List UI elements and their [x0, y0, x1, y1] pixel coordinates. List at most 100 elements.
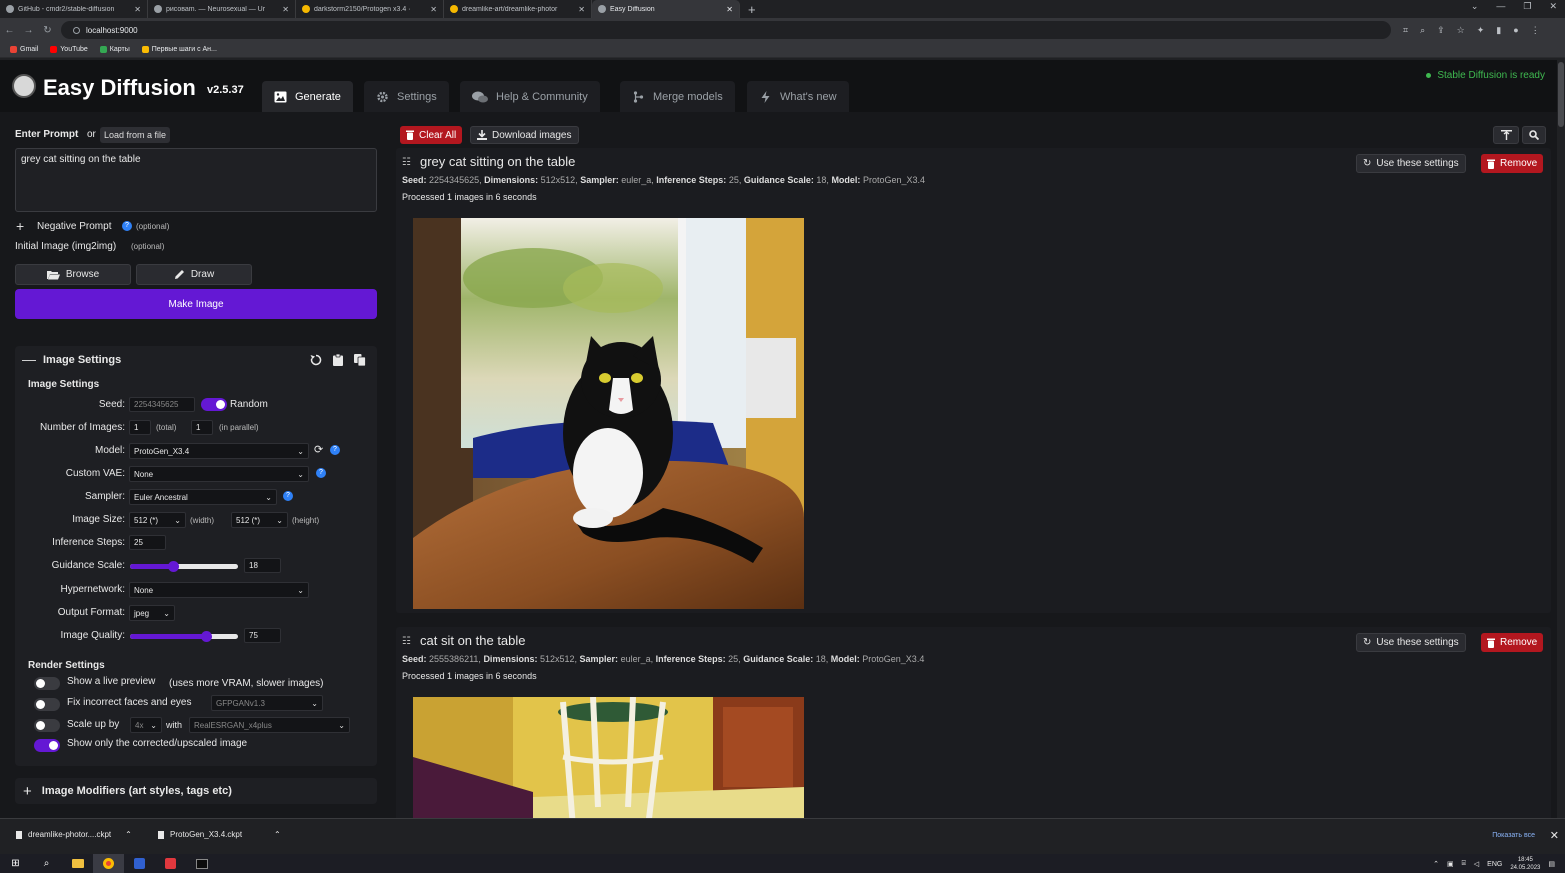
- show-corrected-toggle[interactable]: [34, 739, 60, 752]
- translate-icon[interactable]: ⌗: [1403, 25, 1408, 36]
- live-preview-toggle[interactable]: [34, 677, 60, 690]
- help-icon[interactable]: ?: [316, 468, 326, 478]
- share-icon[interactable]: ⇪: [1437, 25, 1445, 36]
- upscaler-select[interactable]: RealESRGAN_x4plus ⌄: [189, 717, 350, 733]
- scale-up-toggle[interactable]: [34, 719, 60, 732]
- file-explorer-icon[interactable]: [62, 854, 93, 873]
- help-icon[interactable]: ?: [122, 221, 132, 231]
- slider-thumb[interactable]: [200, 631, 212, 642]
- close-icon[interactable]: ✕: [282, 5, 289, 14]
- browser-tab-active[interactable]: Easy Diffusion ✕: [592, 0, 740, 18]
- sidebar-icon[interactable]: ▮: [1496, 25, 1501, 36]
- search-icon[interactable]: ⌕: [31, 854, 62, 873]
- drag-handle-icon[interactable]: ☷: [402, 157, 411, 168]
- download-images-button[interactable]: Download images: [470, 126, 579, 144]
- fix-faces-toggle[interactable]: [34, 698, 60, 711]
- num-images-total-input[interactable]: [129, 420, 151, 435]
- show-all-downloads-link[interactable]: Показать все: [1492, 832, 1535, 839]
- chevron-up-icon[interactable]: ⌃: [125, 830, 132, 839]
- browser-tab[interactable]: GitHub - cmdr2/stable-diffusion ✕: [0, 0, 148, 18]
- chrome-icon[interactable]: [93, 854, 124, 873]
- network-icon[interactable]: ⌸: [1462, 860, 1466, 868]
- close-icon[interactable]: ✕: [430, 5, 437, 14]
- menu-icon[interactable]: ⋮: [1531, 25, 1540, 36]
- slider-thumb[interactable]: [168, 561, 180, 572]
- bookmark-maps[interactable]: Карты: [99, 46, 130, 53]
- width-select[interactable]: 512 (*) ⌄: [129, 512, 186, 528]
- browser-tab[interactable]: darkstorm2150/Protogen x3.4 · ✕: [296, 0, 444, 18]
- negative-prompt-label[interactable]: Negative Prompt: [37, 221, 111, 232]
- custom-vae-select[interactable]: None ⌄: [129, 466, 309, 482]
- download-item[interactable]: dreamlike-photor....ckpt ⌃: [16, 830, 132, 839]
- draw-button[interactable]: Draw: [136, 264, 252, 285]
- hypernetwork-select[interactable]: None ⌄: [129, 582, 309, 598]
- close-icon[interactable]: ✕: [578, 5, 585, 14]
- anydesk-icon[interactable]: [155, 854, 186, 873]
- close-icon[interactable]: ✕: [726, 5, 733, 14]
- generated-image[interactable]: [413, 218, 804, 609]
- chevron-up-icon[interactable]: ⌃: [1433, 860, 1439, 868]
- guidance-scale-input[interactable]: [244, 558, 281, 573]
- refresh-icon[interactable]: ⟳: [314, 443, 323, 456]
- volume-icon[interactable]: ◁: [1474, 860, 1479, 868]
- terminal-icon[interactable]: [186, 854, 217, 873]
- help-icon[interactable]: ?: [283, 491, 293, 501]
- remove-button[interactable]: Remove: [1481, 633, 1544, 652]
- reload-icon[interactable]: ↻: [38, 25, 57, 36]
- clock[interactable]: 18:45 24.05.2023: [1510, 856, 1540, 872]
- scrollbar-thumb[interactable]: [1558, 62, 1564, 127]
- url-field[interactable]: localhost:9000: [61, 21, 1391, 39]
- extensions-icon[interactable]: ✦: [1477, 25, 1485, 36]
- load-from-file-button[interactable]: Load from a file: [100, 127, 171, 143]
- help-icon[interactable]: ?: [330, 445, 340, 455]
- browse-button[interactable]: Browse: [15, 264, 131, 285]
- tray-icon[interactable]: ▣: [1447, 860, 1454, 868]
- page-scrollbar[interactable]: [1557, 60, 1565, 818]
- restore-icon[interactable]: ❐: [1523, 1, 1531, 12]
- back-icon[interactable]: ←: [0, 25, 19, 36]
- tab-whats-new[interactable]: What's new: [747, 81, 849, 112]
- tab-merge-models[interactable]: Merge models: [620, 81, 735, 112]
- zoom-button[interactable]: [1522, 126, 1546, 144]
- forward-icon[interactable]: →: [19, 25, 38, 36]
- scale-factor-select[interactable]: 4x ⌄: [130, 717, 162, 733]
- image-settings-title[interactable]: Image Settings: [43, 354, 121, 366]
- notifications-icon[interactable]: ▤: [1548, 860, 1555, 868]
- image-quality-input[interactable]: [244, 628, 281, 643]
- generated-image[interactable]: [413, 697, 804, 818]
- num-images-parallel-input[interactable]: [191, 420, 213, 435]
- guidance-scale-slider[interactable]: [130, 561, 238, 572]
- seed-input[interactable]: [129, 397, 195, 412]
- clear-all-button[interactable]: Clear All: [400, 126, 463, 144]
- random-seed-toggle[interactable]: [201, 398, 227, 411]
- face-model-select[interactable]: GFPGANv1.3 ⌄: [211, 695, 323, 711]
- tab-settings[interactable]: Settings: [364, 81, 449, 112]
- browser-tab[interactable]: dreamlike-art/dreamlike-photor ✕: [444, 0, 592, 18]
- bookmark-first-steps[interactable]: Первые шаги с Ан...: [141, 46, 217, 53]
- collapse-icon[interactable]: —: [22, 351, 36, 367]
- copy-icon[interactable]: [354, 354, 366, 366]
- language-indicator[interactable]: ENG: [1487, 861, 1502, 868]
- chevron-up-icon[interactable]: ⌃: [274, 830, 281, 839]
- browser-tab[interactable]: рисоваm. — Neurosexual — Ur ✕: [148, 0, 296, 18]
- inference-steps-input[interactable]: [129, 535, 166, 550]
- sampler-select[interactable]: Euler Ancestral ⌄: [129, 489, 277, 505]
- bookmark-gmail[interactable]: Gmail: [10, 46, 38, 53]
- use-these-settings-button[interactable]: ↻ Use these settings: [1356, 154, 1466, 173]
- clipboard-icon[interactable]: [333, 354, 343, 366]
- image-modifiers-panel[interactable]: + Image Modifiers (art styles, tags etc): [15, 778, 377, 804]
- zoom-icon[interactable]: ⌕: [1420, 25, 1425, 36]
- new-tab-button[interactable]: +: [740, 2, 756, 17]
- tab-search-icon[interactable]: ⌄: [1471, 1, 1479, 12]
- model-select[interactable]: ProtoGen_X3.4 ⌄: [129, 443, 309, 459]
- profile-icon[interactable]: ●: [1513, 25, 1518, 36]
- download-item[interactable]: ProtoGen_X3.4.ckpt ⌃: [158, 830, 281, 839]
- bookmark-youtube[interactable]: YouTube: [50, 46, 88, 53]
- minimize-icon[interactable]: —: [1496, 1, 1505, 12]
- site-info-icon[interactable]: [73, 26, 80, 34]
- tab-generate[interactable]: Generate: [262, 81, 353, 112]
- app-icon[interactable]: [124, 854, 155, 873]
- close-icon[interactable]: ✕: [1550, 829, 1559, 842]
- drag-handle-icon[interactable]: ☷: [402, 636, 411, 647]
- output-format-select[interactable]: jpeg ⌄: [129, 605, 175, 621]
